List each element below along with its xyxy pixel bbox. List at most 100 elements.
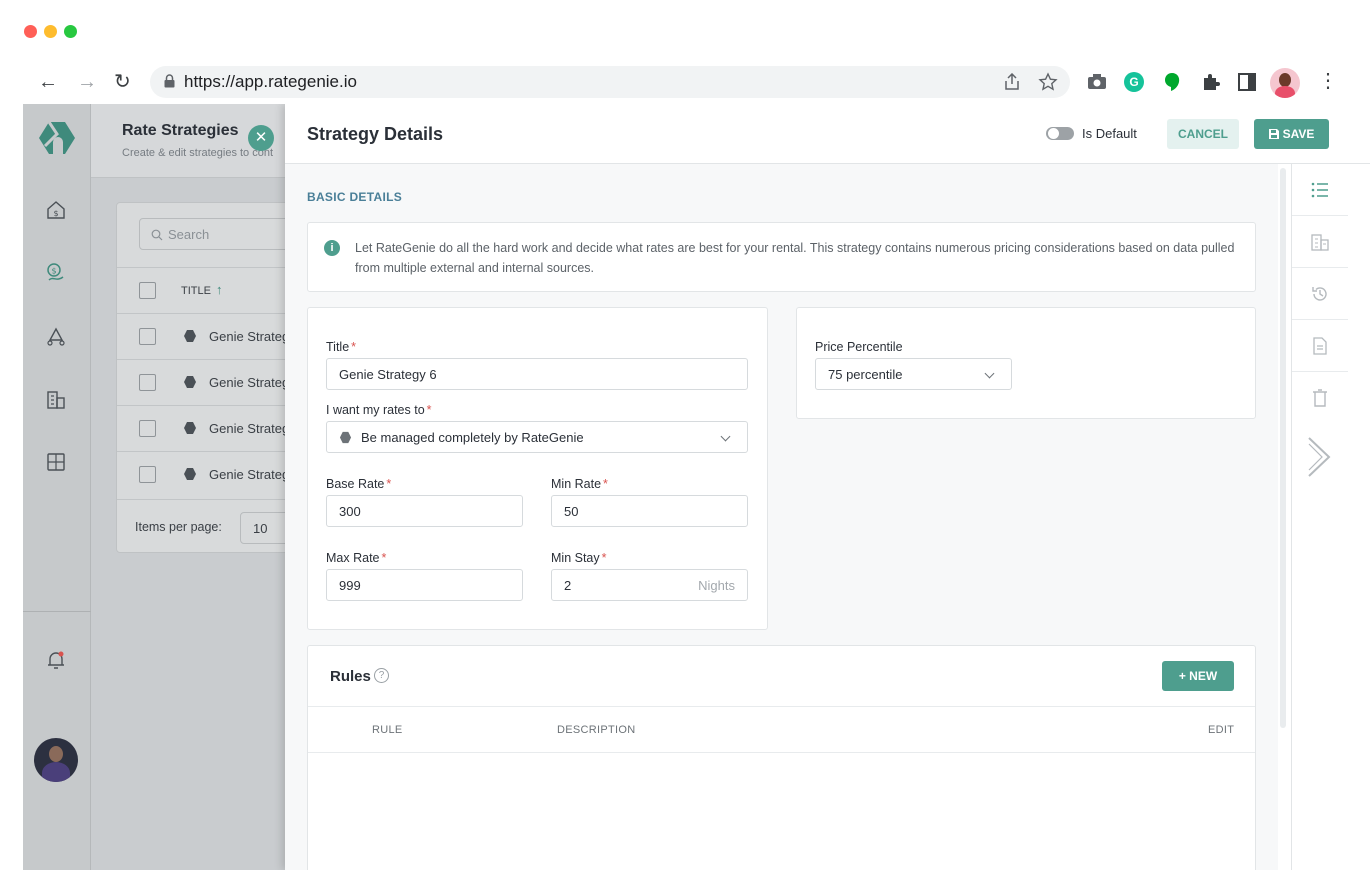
items-per-page-label: Items per page:: [135, 520, 222, 534]
row-checkbox[interactable]: [139, 466, 156, 483]
share-icon[interactable]: [1004, 73, 1020, 91]
cancel-button[interactable]: CANCEL: [1167, 119, 1239, 149]
search-icon: [151, 229, 163, 241]
min-stay-label: Min Stay *: [551, 551, 607, 565]
max-rate-label: Max Rate *: [326, 551, 387, 565]
details-tab[interactable]: [1292, 164, 1348, 216]
genie-logo-icon: [339, 431, 352, 444]
svg-text:$: $: [53, 209, 58, 218]
row-checkbox[interactable]: [139, 374, 156, 391]
price-percentile-value: 75 percentile: [828, 367, 903, 382]
genie-logo-icon: [184, 330, 196, 342]
search-placeholder: Search: [168, 227, 210, 242]
rates-mode-value: Be managed completely by RateGenie: [361, 430, 584, 445]
select-all-checkbox[interactable]: [139, 282, 156, 299]
maximize-window-dot[interactable]: [64, 25, 77, 38]
is-default-toggle[interactable]: [1046, 127, 1074, 140]
recycle-icon[interactable]: [45, 326, 67, 348]
home-dollar-icon[interactable]: $: [45, 199, 67, 221]
title-value: Genie Strategy 6: [339, 367, 437, 382]
help-icon[interactable]: ?: [374, 668, 389, 683]
browser-menu-icon[interactable]: ⋮: [1318, 70, 1338, 92]
address-bar[interactable]: https://app.rategenie.io: [150, 66, 1070, 98]
genie-logo-icon: [184, 422, 196, 434]
delete-tab[interactable]: [1292, 372, 1348, 424]
price-percentile-select[interactable]: 75 percentile: [815, 358, 1012, 390]
title-input[interactable]: Genie Strategy 6: [326, 358, 748, 390]
row-checkbox[interactable]: [139, 420, 156, 437]
save-button[interactable]: SAVE: [1254, 119, 1329, 149]
page-subtitle: Create & edit strategies to cont: [122, 147, 274, 159]
min-stay-input[interactable]: 2 Nights: [551, 569, 748, 601]
notes-tab[interactable]: [1292, 320, 1348, 372]
column-edit: EDIT: [1208, 724, 1235, 736]
is-default-label: Is Default: [1082, 126, 1137, 141]
floppy-icon: [1268, 129, 1279, 139]
back-arrow-icon[interactable]: ←: [38, 70, 58, 94]
page-title: Rate Strategies: [122, 122, 239, 139]
right-icon-bar: [1291, 164, 1348, 870]
sidepanel-icon[interactable]: [1238, 73, 1256, 91]
history-icon: [1312, 287, 1327, 301]
strategy-details-panel: Strategy Details Is Default CANCEL SAVE …: [285, 104, 1370, 870]
window-bottom-edge: [0, 870, 1370, 878]
rategenie-logo[interactable]: [37, 120, 77, 156]
chevron-right-icon[interactable]: [1306, 436, 1332, 478]
minimize-window-dot[interactable]: [44, 25, 57, 38]
list-icon: [1311, 182, 1328, 198]
puzzle-icon[interactable]: [45, 451, 67, 473]
column-title[interactable]: TITLE: [181, 285, 211, 297]
base-rate-value: 300: [339, 504, 361, 519]
rules-table-header: RULE DESCRIPTION EDIT: [308, 706, 1255, 753]
close-panel-button[interactable]: ✕: [248, 125, 274, 151]
camera-icon[interactable]: [1087, 73, 1107, 91]
scrollbar[interactable]: [1280, 168, 1286, 728]
row-title: Genie Strateg: [209, 375, 290, 390]
min-rate-label: Min Rate *: [551, 477, 608, 491]
grammarly-icon[interactable]: G: [1124, 72, 1144, 92]
reload-icon[interactable]: ↻: [114, 70, 131, 94]
trash-icon: [1313, 389, 1327, 407]
left-navigation: $ $: [23, 104, 91, 870]
title-label: Title *: [326, 340, 357, 354]
bell-icon[interactable]: [45, 649, 67, 671]
star-icon[interactable]: [1038, 72, 1058, 92]
buildings-icon: [1311, 234, 1329, 251]
url-text: https://app.rategenie.io: [184, 72, 357, 91]
avatar[interactable]: [34, 738, 78, 782]
rate-strategy-icon[interactable]: $: [45, 262, 67, 284]
extensions-puzzle-icon[interactable]: [1201, 72, 1221, 92]
buildings-icon[interactable]: [45, 389, 67, 411]
row-title: Genie Strateg: [209, 329, 290, 344]
basic-fields-card: Title * Genie Strategy 6 I want my rates …: [307, 307, 768, 630]
column-description: DESCRIPTION: [557, 724, 636, 736]
close-window-dot[interactable]: [24, 25, 37, 38]
base-rate-label: Base Rate *: [326, 477, 392, 491]
evernote-icon[interactable]: [1163, 72, 1181, 92]
panel-title: Strategy Details: [307, 124, 444, 144]
history-tab[interactable]: [1292, 268, 1348, 320]
min-rate-input[interactable]: 50: [551, 495, 748, 527]
profile-avatar[interactable]: [1270, 68, 1300, 98]
info-text: Let RateGenie do all the hard work and d…: [355, 241, 1235, 275]
properties-tab[interactable]: [1292, 216, 1348, 268]
row-checkbox[interactable]: [139, 328, 156, 345]
rates-label: I want my rates to *: [326, 403, 432, 417]
price-percentile-card: Price Percentile 75 percentile: [796, 307, 1256, 419]
svg-text:$: $: [51, 267, 56, 276]
min-stay-value: 2: [564, 578, 572, 593]
max-rate-input[interactable]: 999: [326, 569, 523, 601]
rates-mode-select[interactable]: Be managed completely by RateGenie: [326, 421, 748, 453]
rules-card: Rules ? + NEW RULE DESCRIPTION EDIT: [307, 645, 1256, 870]
save-label: SAVE: [1282, 127, 1315, 141]
panel-content: BASIC DETAILS i Let RateGenie do all the…: [285, 164, 1278, 870]
nav-divider: [23, 611, 91, 612]
rules-title: Rules: [330, 668, 371, 685]
row-title: Genie Strateg: [209, 467, 290, 482]
row-title: Genie Strateg: [209, 421, 290, 436]
forward-arrow-icon[interactable]: →: [77, 70, 97, 94]
sort-up-arrow-icon[interactable]: ↑: [216, 282, 223, 297]
base-rate-input[interactable]: 300: [326, 495, 523, 527]
new-rule-button[interactable]: + NEW: [1162, 661, 1234, 691]
genie-logo-icon: [184, 468, 196, 480]
